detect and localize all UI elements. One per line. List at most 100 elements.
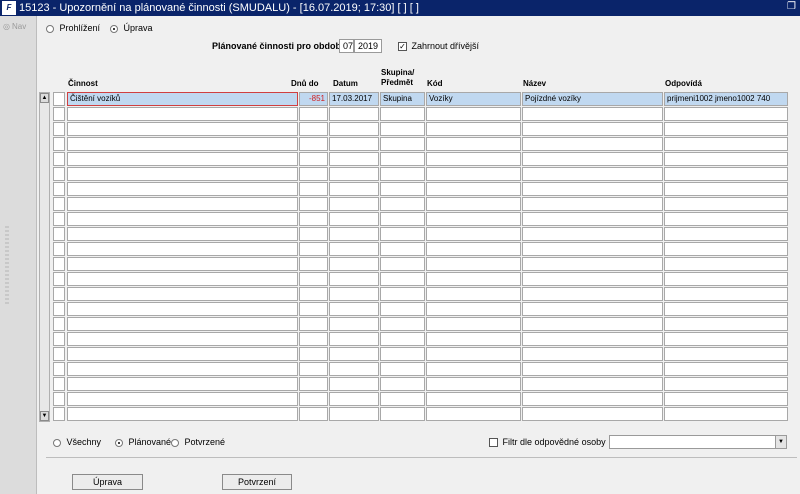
cell-cinnost[interactable] — [67, 377, 298, 391]
mode-radio-browse-dot[interactable] — [46, 24, 54, 33]
cell-odpovida[interactable] — [664, 227, 788, 241]
row-selector[interactable] — [53, 212, 65, 226]
cell-odpovida[interactable] — [664, 407, 788, 421]
cell-skupina[interactable] — [380, 347, 425, 361]
cell-nazev[interactable] — [522, 197, 663, 211]
filter-radio-all-dot[interactable] — [53, 438, 61, 447]
cell-nazev[interactable] — [522, 167, 663, 181]
cell-nazev[interactable] — [522, 362, 663, 376]
cell-cinnost[interactable]: Čištění vozíků — [67, 92, 298, 106]
row-selector[interactable] — [53, 272, 65, 286]
cell-cinnost[interactable] — [67, 392, 298, 406]
nav-splitter-grip[interactable] — [5, 226, 9, 306]
filter-radio-planned-dot[interactable] — [115, 438, 123, 447]
cell-kod[interactable] — [426, 302, 521, 316]
cell-odpovida[interactable] — [664, 362, 788, 376]
cell-skupina[interactable] — [380, 362, 425, 376]
row-selector[interactable] — [53, 347, 65, 361]
include-earlier-checkbox[interactable]: ✓ Zahrnout dřívější — [398, 41, 479, 52]
cell-kod[interactable] — [426, 152, 521, 166]
mode-radio-browse[interactable]: Prohlížení — [46, 23, 100, 33]
cell-dnu-do[interactable] — [299, 122, 328, 136]
filter-radio-confirmed[interactable]: Potvrzené — [171, 437, 225, 447]
cell-datum[interactable] — [329, 257, 379, 271]
row-selector[interactable] — [53, 137, 65, 151]
cell-dnu-do[interactable] — [299, 137, 328, 151]
cell-skupina[interactable] — [380, 227, 425, 241]
row-selector[interactable] — [53, 167, 65, 181]
cell-odpovida[interactable] — [664, 272, 788, 286]
cell-nazev[interactable] — [522, 392, 663, 406]
cell-skupina[interactable] — [380, 302, 425, 316]
cell-odpovida[interactable] — [664, 122, 788, 136]
cell-skupina[interactable] — [380, 152, 425, 166]
cell-cinnost[interactable] — [67, 272, 298, 286]
cell-nazev[interactable] — [522, 182, 663, 196]
cell-odpovida[interactable] — [664, 287, 788, 301]
responsible-filter-check-icon[interactable] — [489, 438, 498, 448]
cell-odpovida[interactable] — [664, 317, 788, 331]
cell-dnu-do[interactable] — [299, 302, 328, 316]
cell-dnu-do[interactable] — [299, 347, 328, 361]
cell-datum[interactable] — [329, 377, 379, 391]
cell-cinnost[interactable] — [67, 287, 298, 301]
row-selector[interactable] — [53, 392, 65, 406]
cell-skupina[interactable] — [380, 332, 425, 346]
cell-nazev[interactable] — [522, 122, 663, 136]
cell-nazev[interactable] — [522, 107, 663, 121]
cell-dnu-do[interactable] — [299, 392, 328, 406]
cell-datum[interactable] — [329, 197, 379, 211]
cell-dnu-do[interactable] — [299, 212, 328, 226]
cell-datum[interactable] — [329, 182, 379, 196]
cell-datum[interactable] — [329, 302, 379, 316]
period-year-input[interactable]: 2019 — [354, 39, 382, 53]
cell-skupina[interactable] — [380, 197, 425, 211]
cell-cinnost[interactable] — [67, 137, 298, 151]
row-selector[interactable] — [53, 407, 65, 421]
cell-nazev[interactable]: Pojízdné vozíky — [522, 92, 663, 106]
cell-skupina[interactable] — [380, 272, 425, 286]
cell-odpovida[interactable] — [664, 107, 788, 121]
cell-dnu-do[interactable] — [299, 362, 328, 376]
cell-cinnost[interactable] — [67, 257, 298, 271]
cell-dnu-do[interactable] — [299, 287, 328, 301]
cell-datum[interactable] — [329, 362, 379, 376]
cell-odpovida[interactable] — [664, 182, 788, 196]
cell-kod[interactable] — [426, 332, 521, 346]
cell-nazev[interactable] — [522, 377, 663, 391]
cell-odpovida[interactable] — [664, 302, 788, 316]
cell-kod[interactable]: Vozíky — [426, 92, 521, 106]
cell-odpovida[interactable] — [664, 392, 788, 406]
cell-cinnost[interactable] — [67, 212, 298, 226]
mode-radio-edit[interactable]: Úprava — [110, 23, 153, 33]
cell-dnu-do[interactable] — [299, 317, 328, 331]
row-selector[interactable] — [53, 257, 65, 271]
cell-nazev[interactable] — [522, 407, 663, 421]
cell-datum[interactable] — [329, 167, 379, 181]
cell-cinnost[interactable] — [67, 122, 298, 136]
cell-datum[interactable] — [329, 242, 379, 256]
cell-datum[interactable]: 17.03.2017 — [329, 92, 379, 106]
cell-nazev[interactable] — [522, 152, 663, 166]
cell-datum[interactable] — [329, 152, 379, 166]
cell-kod[interactable] — [426, 122, 521, 136]
cell-nazev[interactable] — [522, 287, 663, 301]
cell-dnu-do[interactable] — [299, 167, 328, 181]
cell-kod[interactable] — [426, 272, 521, 286]
cell-cinnost[interactable] — [67, 347, 298, 361]
cell-kod[interactable] — [426, 347, 521, 361]
cell-skupina[interactable] — [380, 242, 425, 256]
cell-kod[interactable] — [426, 287, 521, 301]
cell-odpovida[interactable] — [664, 212, 788, 226]
cell-kod[interactable] — [426, 167, 521, 181]
cell-kod[interactable] — [426, 182, 521, 196]
cell-cinnost[interactable] — [67, 362, 298, 376]
restore-icon[interactable]: ❐ — [787, 1, 796, 12]
cell-dnu-do[interactable] — [299, 332, 328, 346]
cell-nazev[interactable] — [522, 227, 663, 241]
period-month-input[interactable]: 07 — [339, 39, 354, 53]
cell-kod[interactable] — [426, 137, 521, 151]
cell-skupina[interactable] — [380, 212, 425, 226]
cell-skupina[interactable] — [380, 257, 425, 271]
cell-nazev[interactable] — [522, 272, 663, 286]
